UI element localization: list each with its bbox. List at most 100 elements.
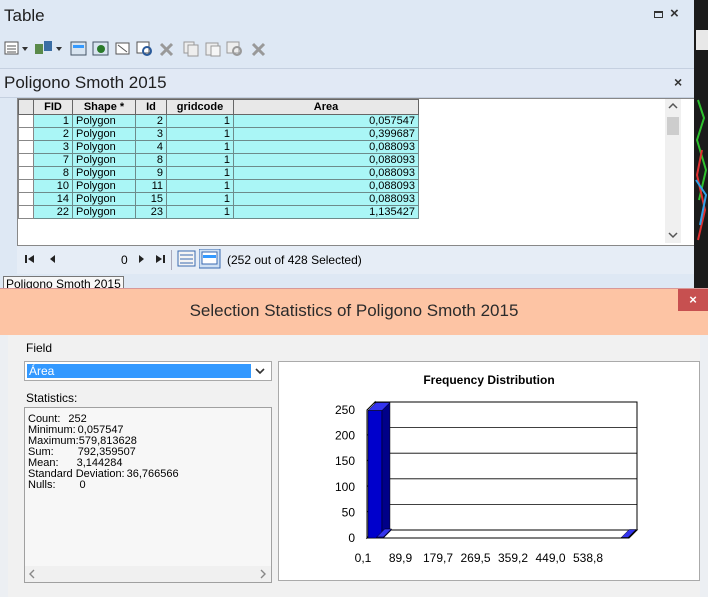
cell-area[interactable]: 0,088093 [233, 153, 419, 167]
row-selector[interactable] [18, 153, 34, 167]
table-row[interactable]: 7 Polygon 8 1 0,088093 [18, 153, 419, 167]
current-record-field[interactable]: 0 [121, 253, 128, 267]
statistics-text-box: Count: 252 Minimum: 0,057547 Maximum:579,8… [24, 407, 272, 583]
show-selected-records-icon[interactable] [198, 248, 221, 274]
cell-fid[interactable]: 2 [33, 127, 73, 141]
cell-fid[interactable]: 7 [33, 153, 73, 167]
row-selector[interactable] [18, 166, 34, 180]
cell-id[interactable]: 23 [135, 205, 167, 219]
delete-selected-icon[interactable] [158, 40, 176, 57]
table-options-icon[interactable] [4, 40, 30, 57]
table-row[interactable]: 22 Polygon 23 1 1,135427 [18, 205, 419, 219]
x-tick-label: 449,0 [535, 551, 565, 565]
x-tick-label: 179,7 [423, 551, 453, 565]
table-row[interactable]: 10 Polygon 11 1 0,088093 [18, 179, 419, 193]
row-selector[interactable] [18, 114, 34, 128]
frequency-chart-panel: Frequency Distribution 250 200 150 100 50 0 0… [278, 361, 700, 581]
cell-gridcode[interactable]: 1 [166, 205, 234, 219]
cell-fid[interactable]: 22 [33, 205, 73, 219]
cell-id[interactable]: 9 [135, 166, 167, 180]
cell-gridcode[interactable]: 1 [166, 192, 234, 206]
cell-id[interactable]: 15 [135, 192, 167, 206]
column-header-fid[interactable]: FID [33, 99, 73, 115]
table-row[interactable]: 3 Polygon 4 1 0,088093 [18, 140, 419, 154]
cell-area[interactable]: 0,399687 [233, 127, 419, 141]
zoom-to-selected-icon[interactable] [136, 40, 154, 57]
scroll-up-icon [668, 102, 678, 109]
previous-record-icon[interactable] [47, 252, 59, 271]
cell-area[interactable]: 0,088093 [233, 166, 419, 180]
cell-shape[interactable]: Polygon [72, 127, 136, 141]
cell-fid[interactable]: 10 [33, 179, 73, 193]
row-selector[interactable] [18, 140, 34, 154]
close-table-icon[interactable]: × [674, 74, 682, 90]
cell-shape[interactable]: Polygon [72, 179, 136, 193]
cell-gridcode[interactable]: 1 [166, 127, 234, 141]
cell-area[interactable]: 0,088093 [233, 140, 419, 154]
maximize-icon[interactable] [654, 11, 663, 18]
dialog-close-button[interactable]: × [678, 289, 708, 311]
y-axis-ticks: 250 200 150 100 50 0 [335, 403, 355, 545]
row-selector-header[interactable] [18, 99, 34, 115]
cell-fid[interactable]: 3 [33, 140, 73, 154]
cell-shape[interactable]: Polygon [72, 205, 136, 219]
y-tick-label: 0 [348, 531, 355, 545]
column-header-shape[interactable]: Shape * [72, 99, 136, 115]
table-row[interactable]: 2 Polygon 3 1 0,399687 [18, 127, 419, 141]
cell-shape[interactable]: Polygon [72, 166, 136, 180]
field-selected-value[interactable]: Área [27, 364, 251, 378]
column-header-gridcode[interactable]: gridcode [166, 99, 234, 115]
clear-selection-icon[interactable] [114, 40, 132, 57]
horizontal-scrollbar[interactable] [25, 566, 271, 582]
cell-shape[interactable]: Polygon [72, 153, 136, 167]
zoom-icon[interactable] [226, 40, 244, 57]
table-row[interactable]: 8 Polygon 9 1 0,088093 [18, 166, 419, 180]
dialog-title-bar: Selection Statistics of Poligono Smoth 2… [0, 289, 708, 335]
last-record-icon[interactable] [153, 252, 167, 271]
chevron-down-icon[interactable] [253, 363, 267, 382]
cell-gridcode[interactable]: 1 [166, 166, 234, 180]
copy-icon[interactable] [182, 40, 200, 57]
cell-gridcode[interactable]: 1 [166, 153, 234, 167]
row-selector[interactable] [18, 205, 34, 219]
cell-area[interactable]: 0,057547 [233, 114, 419, 128]
cell-fid[interactable]: 1 [33, 114, 73, 128]
first-record-icon[interactable] [23, 252, 37, 269]
vertical-scrollbar[interactable] [665, 99, 681, 243]
delete-icon[interactable] [250, 40, 268, 57]
row-selector[interactable] [18, 192, 34, 206]
cell-fid[interactable]: 14 [33, 192, 73, 206]
cell-id[interactable]: 11 [135, 179, 167, 193]
cell-area[interactable]: 0,088093 [233, 192, 419, 206]
cell-shape[interactable]: Polygon [72, 114, 136, 128]
column-header-area[interactable]: Area [233, 99, 419, 115]
cell-shape[interactable]: Polygon [72, 192, 136, 206]
related-tables-icon[interactable] [34, 40, 64, 57]
cell-shape[interactable]: Polygon [72, 140, 136, 154]
cell-gridcode[interactable]: 1 [166, 140, 234, 154]
cell-gridcode[interactable]: 1 [166, 114, 234, 128]
window-title: Table [4, 6, 45, 25]
next-record-icon[interactable] [135, 252, 147, 271]
row-selector[interactable] [18, 179, 34, 193]
cell-gridcode[interactable]: 1 [166, 179, 234, 193]
table-row[interactable]: 14 Polygon 15 1 0,088093 [18, 192, 419, 206]
table-row[interactable]: 1 Polygon 2 1 0,057547 [18, 114, 419, 128]
close-icon[interactable]: × [670, 5, 679, 22]
cell-id[interactable]: 3 [135, 127, 167, 141]
column-header-id[interactable]: Id [135, 99, 167, 115]
cell-id[interactable]: 8 [135, 153, 167, 167]
field-dropdown[interactable]: Área [24, 361, 272, 381]
x-tick-label: 269,5 [460, 551, 490, 565]
cell-id[interactable]: 2 [135, 114, 167, 128]
cell-area[interactable]: 0,088093 [233, 179, 419, 193]
row-selector[interactable] [18, 127, 34, 141]
select-by-attributes-icon[interactable] [70, 40, 88, 57]
chart-grid [365, 400, 639, 540]
cell-fid[interactable]: 8 [33, 166, 73, 180]
cell-id[interactable]: 4 [135, 140, 167, 154]
paste-icon[interactable] [204, 40, 222, 57]
show-all-records-icon[interactable] [177, 250, 197, 273]
cell-area[interactable]: 1,135427 [233, 205, 419, 219]
switch-selection-icon[interactable] [92, 40, 110, 57]
